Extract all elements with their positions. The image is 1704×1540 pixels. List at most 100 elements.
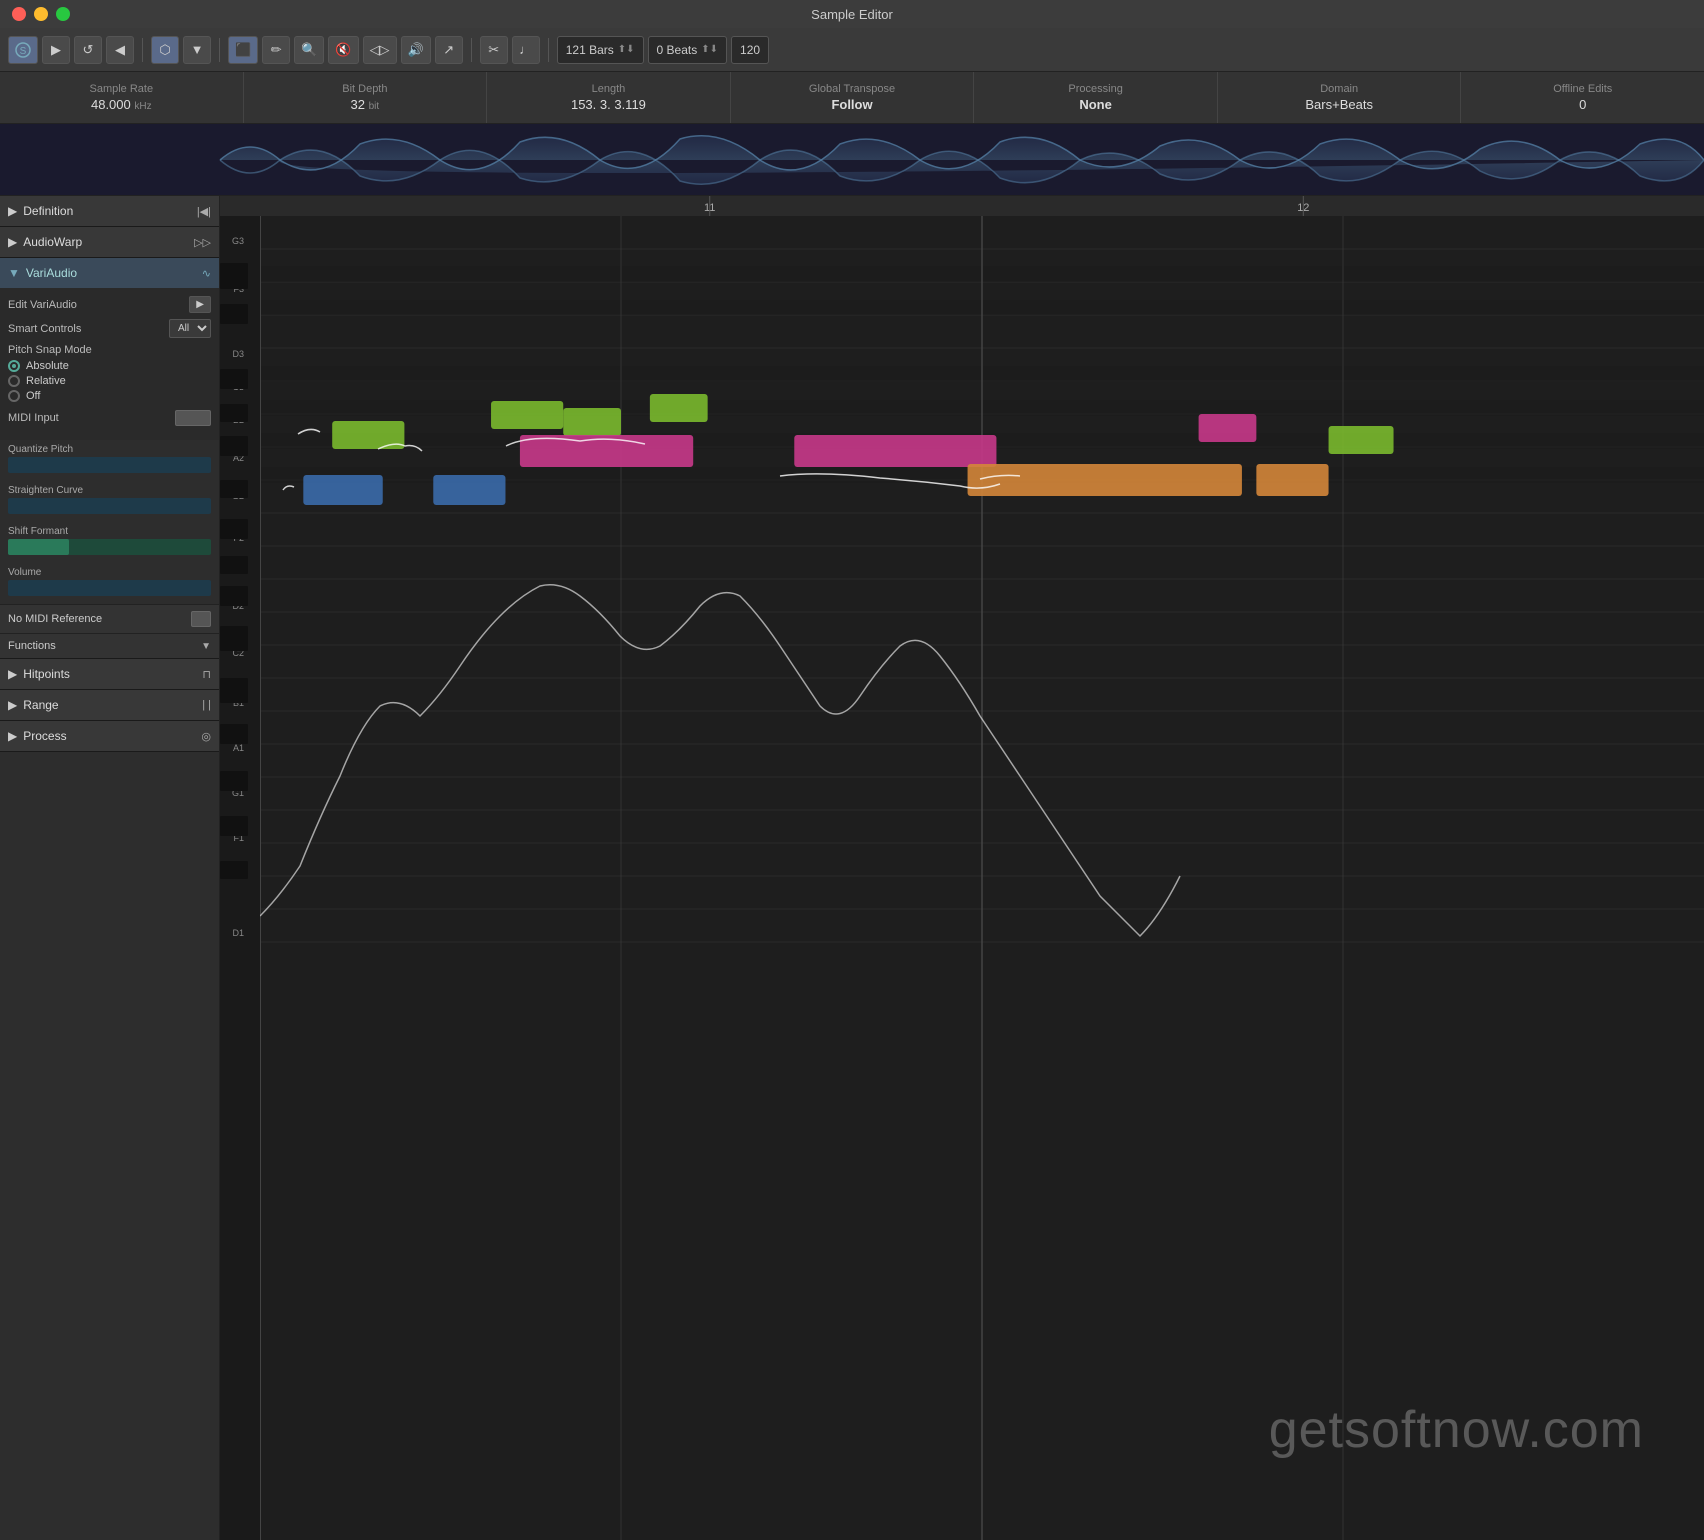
absolute-label: Absolute — [26, 360, 69, 372]
off-radio[interactable] — [8, 390, 20, 402]
process-arrow-icon: ▶ — [8, 729, 17, 743]
audiowarp-icon: ▷▷ — [194, 236, 211, 249]
processing-cell: Processing None — [974, 72, 1218, 123]
absolute-radio[interactable] — [8, 360, 20, 372]
svg-text:D1: D1 — [232, 928, 244, 938]
audiowarp-header[interactable]: ▶ AudioWarp ▷▷ — [0, 227, 219, 257]
ruler-svg: 11 12 — [220, 196, 1704, 216]
midi-input-toggle[interactable] — [175, 410, 211, 426]
domain-label: Domain — [1320, 83, 1358, 95]
edit-variaudio-button[interactable]: ▶ — [189, 296, 211, 313]
offline-edits-value: 0 — [1579, 97, 1586, 112]
length-label: Length — [592, 83, 626, 95]
variaudio-header[interactable]: ▼ VariAudio ∿ — [0, 258, 219, 288]
beats-value: 0 Beats — [657, 43, 698, 57]
title-bar: Sample Editor — [0, 0, 1704, 28]
definition-icon: |◀| — [197, 205, 211, 218]
maximize-button[interactable] — [56, 7, 70, 21]
process-header[interactable]: ▶ Process ◎ — [0, 721, 219, 751]
svg-text:S: S — [20, 46, 27, 57]
close-button[interactable] — [12, 7, 26, 21]
domain-value: Bars+Beats — [1305, 97, 1373, 112]
range-header[interactable]: ▶ Range | | — [0, 690, 219, 720]
relative-radio-row[interactable]: Relative — [8, 375, 211, 387]
divider-1 — [142, 38, 143, 62]
functions-label: Functions — [8, 640, 56, 652]
hitpoints-label: Hitpoints — [23, 667, 196, 681]
mute-tool[interactable]: 🔇 — [328, 36, 358, 64]
domain-cell: Domain Bars+Beats — [1218, 72, 1462, 123]
grid-area[interactable]: getsoftnow.com — [260, 216, 1704, 1540]
sample-rate-label: Sample Rate — [89, 83, 153, 95]
midi-input-row: MIDI Input — [8, 410, 211, 426]
quantize-pitch-label: Quantize Pitch — [8, 444, 211, 455]
sample-rate-value: 48.000 kHz — [91, 97, 152, 112]
shift-formant-label: Shift Formant — [8, 526, 211, 537]
waveform-bar[interactable] — [0, 124, 1704, 196]
loop-button[interactable]: ↺ — [74, 36, 102, 64]
toolbar: S ▶ ↺ ◀ ⬡ ▼ ⬛ ✏ 🔍 🔇 ◁▷ 🔊 ↗ ✂ ♩ 121 Bars … — [0, 28, 1704, 72]
grid-svg — [260, 216, 1704, 1540]
global-transpose-value: Follow — [831, 97, 872, 112]
range-section: ▶ Range | | — [0, 690, 219, 721]
svg-text:A1: A1 — [233, 743, 244, 753]
piano-roll-area: 11 12 G3 F3 E3 D3 C3 — [220, 196, 1704, 1540]
range-arrow-icon: ▶ — [8, 698, 17, 712]
back-button[interactable]: ◀ — [106, 36, 134, 64]
smart-controls-dropdown[interactable]: All — [169, 319, 211, 338]
volume-label: Volume — [8, 567, 211, 578]
snap-button[interactable]: ⬛ — [228, 36, 258, 64]
bars-value: 121 Bars — [566, 43, 614, 57]
process-section: ▶ Process ◎ — [0, 721, 219, 752]
hitpoints-header[interactable]: ▶ Hitpoints ⊓ — [0, 659, 219, 689]
bars-arrows[interactable]: ⬆⬇ — [618, 44, 635, 55]
waveform-display — [0, 124, 1704, 195]
definition-header[interactable]: ▶ Definition |◀| — [0, 196, 219, 226]
volume-tool[interactable]: 🔊 — [401, 36, 431, 64]
note-tool[interactable]: ♩ — [512, 36, 540, 64]
shift-formant-track[interactable] — [8, 539, 211, 555]
process-label: Process — [23, 729, 195, 743]
main-content: ▶ Definition |◀| ▶ AudioWarp ▷▷ ▼ VariAu… — [0, 196, 1704, 1540]
tool-dropdown[interactable]: ▼ — [183, 36, 211, 64]
straighten-curve-track[interactable] — [8, 498, 211, 514]
studio-button[interactable]: S — [8, 36, 38, 64]
global-transpose-label: Global Transpose — [809, 83, 895, 95]
arrow-tool[interactable]: ↗ — [435, 36, 463, 64]
quantize-pitch-track[interactable] — [8, 457, 211, 473]
tool-select[interactable]: ⬡ — [151, 36, 179, 64]
minimize-button[interactable] — [34, 7, 48, 21]
shift-formant-section: Shift Formant — [0, 522, 219, 563]
divider-2 — [219, 38, 220, 62]
pitch-snap-section: Pitch Snap Mode Absolute Relative Off — [8, 344, 211, 402]
variaudio-section: ▼ VariAudio ∿ Edit VariAudio ▶ Smart Con… — [0, 258, 219, 659]
offline-edits-cell: Offline Edits 0 — [1461, 72, 1704, 123]
midi-ref-button[interactable] — [191, 611, 211, 627]
edit-variaudio-row: Edit VariAudio ▶ — [8, 296, 211, 313]
beats-arrows[interactable]: ⬆⬇ — [701, 44, 718, 55]
split-tool[interactable]: ◁▷ — [363, 36, 397, 64]
midi-ref-label: No MIDI Reference — [8, 613, 102, 625]
relative-radio[interactable] — [8, 375, 20, 387]
info-bar: Sample Rate 48.000 kHz Bit Depth 32 bit … — [0, 72, 1704, 124]
functions-row[interactable]: Functions ▼ — [0, 633, 219, 658]
play-button[interactable]: ▶ — [42, 36, 70, 64]
window-title: Sample Editor — [811, 7, 893, 22]
absolute-radio-row[interactable]: Absolute — [8, 360, 211, 372]
scissors-tool[interactable]: ✂ — [480, 36, 508, 64]
volume-track[interactable] — [8, 580, 211, 596]
tempo-counter[interactable]: 120 — [731, 36, 769, 64]
volume-section: Volume — [0, 563, 219, 604]
quantize-pitch-section: Quantize Pitch — [0, 440, 219, 481]
ruler: 11 12 — [220, 196, 1704, 216]
bars-counter[interactable]: 121 Bars ⬆⬇ — [557, 36, 644, 64]
definition-arrow-icon: ▶ — [8, 204, 17, 218]
pencil-tool[interactable]: ✏ — [262, 36, 290, 64]
beats-counter[interactable]: 0 Beats ⬆⬇ — [648, 36, 727, 64]
left-panel: ▶ Definition |◀| ▶ AudioWarp ▷▷ ▼ VariAu… — [0, 196, 220, 1540]
piano-svg: G3 F3 E3 D3 C3 B2 A2 G2 F2 E2 D2 C2 B1 A… — [220, 216, 260, 1540]
edit-variaudio-label: Edit VariAudio — [8, 299, 77, 311]
off-radio-row[interactable]: Off — [8, 390, 211, 402]
zoom-tool[interactable]: 🔍 — [294, 36, 324, 64]
variaudio-arrow-icon: ▼ — [8, 266, 20, 280]
